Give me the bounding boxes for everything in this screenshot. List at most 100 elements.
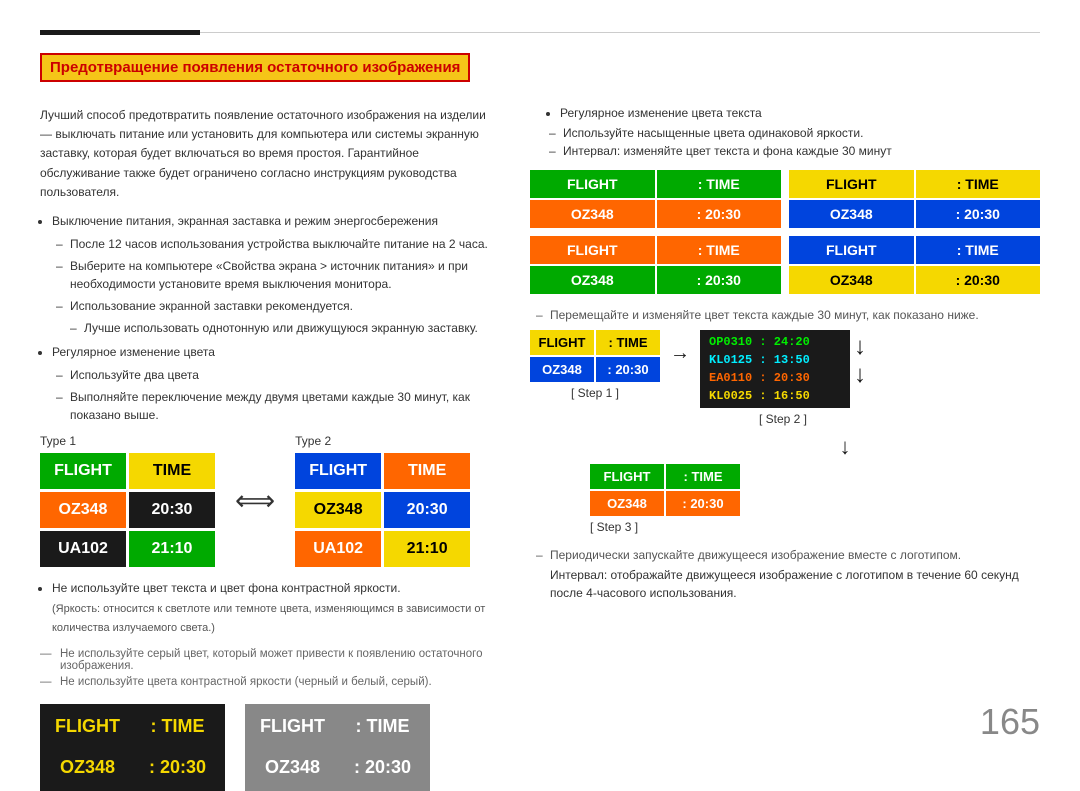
bottom-note-block: Периодически запускайте движущееся изобр…	[530, 548, 1040, 602]
right-bullet1: Регулярное изменение цвета текста	[560, 106, 1040, 120]
board1-cell-1: TIME	[129, 453, 215, 489]
step3-board: FLIGHT : TIME OZ348 : 20:30	[590, 464, 740, 516]
bb1-r1c1: FLIGHT	[44, 708, 131, 746]
mini-board-4: FLIGHT : TIME OZ348 : 20:30	[789, 236, 1040, 294]
main-content: Лучший способ предотвратить появление ос…	[40, 106, 1040, 791]
step3-section: FLIGHT : TIME OZ348 : 20:30 [ Step 3 ]	[590, 464, 1040, 534]
mb2-r2c1: OZ348	[789, 200, 914, 228]
step3-row1: FLIGHT : TIME	[590, 464, 740, 489]
mb3-row1: FLIGHT : TIME	[530, 236, 781, 264]
mb4-row2: OZ348 : 20:30	[789, 266, 1040, 294]
s1-r2c2: : 20:30	[596, 357, 660, 382]
step1-board: FLIGHT : TIME OZ348 : 20:30	[530, 330, 660, 382]
step2-label: [ Step 2 ]	[759, 412, 807, 426]
step1-row2: OZ348 : 20:30	[530, 357, 660, 382]
type2-label: Type 2	[295, 434, 470, 448]
sub-2b: Выполняйте переключение между двумя цвет…	[70, 388, 500, 424]
sub-bullets-1: После 12 часов использования устройства …	[70, 235, 500, 337]
bottom-board1-row1: FLIGHT : TIME	[44, 708, 221, 746]
step1-row1: FLIGHT : TIME	[530, 330, 660, 355]
mini-board-2: FLIGHT : TIME OZ348 : 20:30	[789, 170, 1040, 228]
mb2-r1c1: FLIGHT	[789, 170, 914, 198]
type-section: Type 1 FLIGHT TIME OZ348 20:30 UA102 21:…	[40, 434, 500, 567]
right-sub2: Интервал: изменяйте цвет текста и фона к…	[563, 142, 1040, 160]
bullet-2: Регулярное изменение цвета	[52, 343, 500, 362]
step2-row3: EA0110 : 20:30	[705, 369, 845, 387]
step2-row2: KL0125 : 13:50	[705, 351, 845, 369]
mb4-r1c1: FLIGHT	[789, 236, 914, 264]
type1-block: Type 1 FLIGHT TIME OZ348 20:30 UA102 21:…	[40, 434, 215, 567]
mb1-r1c2: : TIME	[657, 170, 782, 198]
board2-cell-4: UA102	[295, 531, 381, 567]
mb3-r2c1: OZ348	[530, 266, 655, 294]
bottom-board-2: FLIGHT : TIME OZ348 : 20:30	[245, 704, 430, 791]
sub-bullets-2: Используйте два цвета Выполняйте переклю…	[70, 366, 500, 424]
step2-row4: KL0025 : 16:50	[705, 387, 845, 405]
bb2-r2c1: OZ348	[249, 749, 336, 787]
board1-cell-0: FLIGHT	[40, 453, 126, 489]
page: Предотвращение появления остаточного изо…	[0, 0, 1080, 763]
step3-row2: OZ348 : 20:30	[590, 491, 740, 516]
type-arrow: ⟺	[235, 434, 275, 517]
step2-scroll-board: OP0310 : 24:20 KL0125 : 13:50 EA0110 : 2…	[700, 330, 850, 408]
bb2-r2c2: : 20:30	[339, 749, 426, 787]
bottom-board2-row1: FLIGHT : TIME	[249, 708, 426, 746]
mb3-r2c2: : 20:30	[657, 266, 782, 294]
mb3-row2: OZ348 : 20:30	[530, 266, 781, 294]
rule-dark	[40, 30, 200, 35]
step2-row1: OP0310 : 24:20	[705, 333, 845, 351]
board2-cell-3: 20:30	[384, 492, 470, 528]
contrast-bullets: Не используйте цвет текста и цвет фона к…	[52, 579, 500, 637]
board1-cell-3: 20:30	[129, 492, 215, 528]
mini-boards-grid: FLIGHT : TIME OZ348 : 20:30 FLIGHT : TIM…	[530, 170, 1040, 294]
s3-r2c2: : 20:30	[666, 491, 740, 516]
board-type2: FLIGHT TIME OZ348 20:30 UA102 21:10	[295, 453, 470, 567]
mb3-r1c1: FLIGHT	[530, 236, 655, 264]
bb1-r2c2: : 20:30	[134, 749, 221, 787]
arrow-down-1: ↓	[854, 335, 866, 359]
mb1-r2c1: OZ348	[530, 200, 655, 228]
board1-cell-5: 21:10	[129, 531, 215, 567]
board-type1: FLIGHT TIME OZ348 20:30 UA102 21:10	[40, 453, 215, 567]
board2-cell-5: 21:10	[384, 531, 470, 567]
s1-r1c1: FLIGHT	[530, 330, 594, 355]
mb3-r1c2: : TIME	[657, 236, 782, 264]
mb2-row2: OZ348 : 20:30	[789, 200, 1040, 228]
board2-cell-2: OZ348	[295, 492, 381, 528]
mb2-r1c2: : TIME	[916, 170, 1041, 198]
left-bullets: Выключение питания, экранная заставка и …	[52, 212, 500, 424]
board2-cell-0: FLIGHT	[295, 453, 381, 489]
sub-1b: Выберите на компьютере «Свойства экрана …	[70, 257, 500, 293]
mb1-r2c2: : 20:30	[657, 200, 782, 228]
gray-note2: Не используйте цвета контрастной яркости…	[40, 676, 500, 688]
board2-cell-1: TIME	[384, 453, 470, 489]
arrow-down-3: ↓	[650, 436, 1040, 458]
bb1-r2c1: OZ348	[44, 749, 131, 787]
bottom-note1: Периодически запускайте движущееся изобр…	[530, 548, 1040, 562]
s1-r2c1: OZ348	[530, 357, 594, 382]
step3-label: [ Step 3 ]	[590, 520, 638, 534]
section-heading: Предотвращение появления остаточного изо…	[40, 53, 470, 82]
mb4-row1: FLIGHT : TIME	[789, 236, 1040, 264]
bottom-boards: FLIGHT : TIME OZ348 : 20:30 FLIGHT : TIM…	[40, 704, 500, 791]
step2-arrows: ↓ ↓	[854, 330, 866, 387]
step1-label: [ Step 1 ]	[571, 386, 619, 400]
bottom-board1-row2: OZ348 : 20:30	[44, 749, 221, 787]
mb1-row2: OZ348 : 20:30	[530, 200, 781, 228]
mini-board-1: FLIGHT : TIME OZ348 : 20:30	[530, 170, 781, 228]
step-arrow-right: →	[670, 330, 690, 365]
mb2-row1: FLIGHT : TIME	[789, 170, 1040, 198]
right-bullets-top: Регулярное изменение цвета текста Исполь…	[545, 106, 1040, 160]
board1-cell-4: UA102	[40, 531, 126, 567]
intro-text: Лучший способ предотвратить появление ос…	[40, 106, 500, 202]
right-sub1: Используйте насыщенные цвета одинаковой …	[563, 124, 1040, 142]
step2-content: OP0310 : 24:20 KL0125 : 13:50 EA0110 : 2…	[700, 330, 866, 408]
step2-block: OP0310 : 24:20 KL0125 : 13:50 EA0110 : 2…	[700, 330, 866, 426]
type1-label: Type 1	[40, 434, 215, 448]
mb4-r2c2: : 20:30	[916, 266, 1041, 294]
bottom-note2: Интервал: отображайте движущееся изображ…	[530, 566, 1040, 602]
contrast-note: Не используйте цвет текста и цвет фона к…	[52, 579, 500, 637]
rule-light	[200, 32, 1040, 33]
mb1-r1c1: FLIGHT	[530, 170, 655, 198]
bottom-board-1: FLIGHT : TIME OZ348 : 20:30	[40, 704, 225, 791]
